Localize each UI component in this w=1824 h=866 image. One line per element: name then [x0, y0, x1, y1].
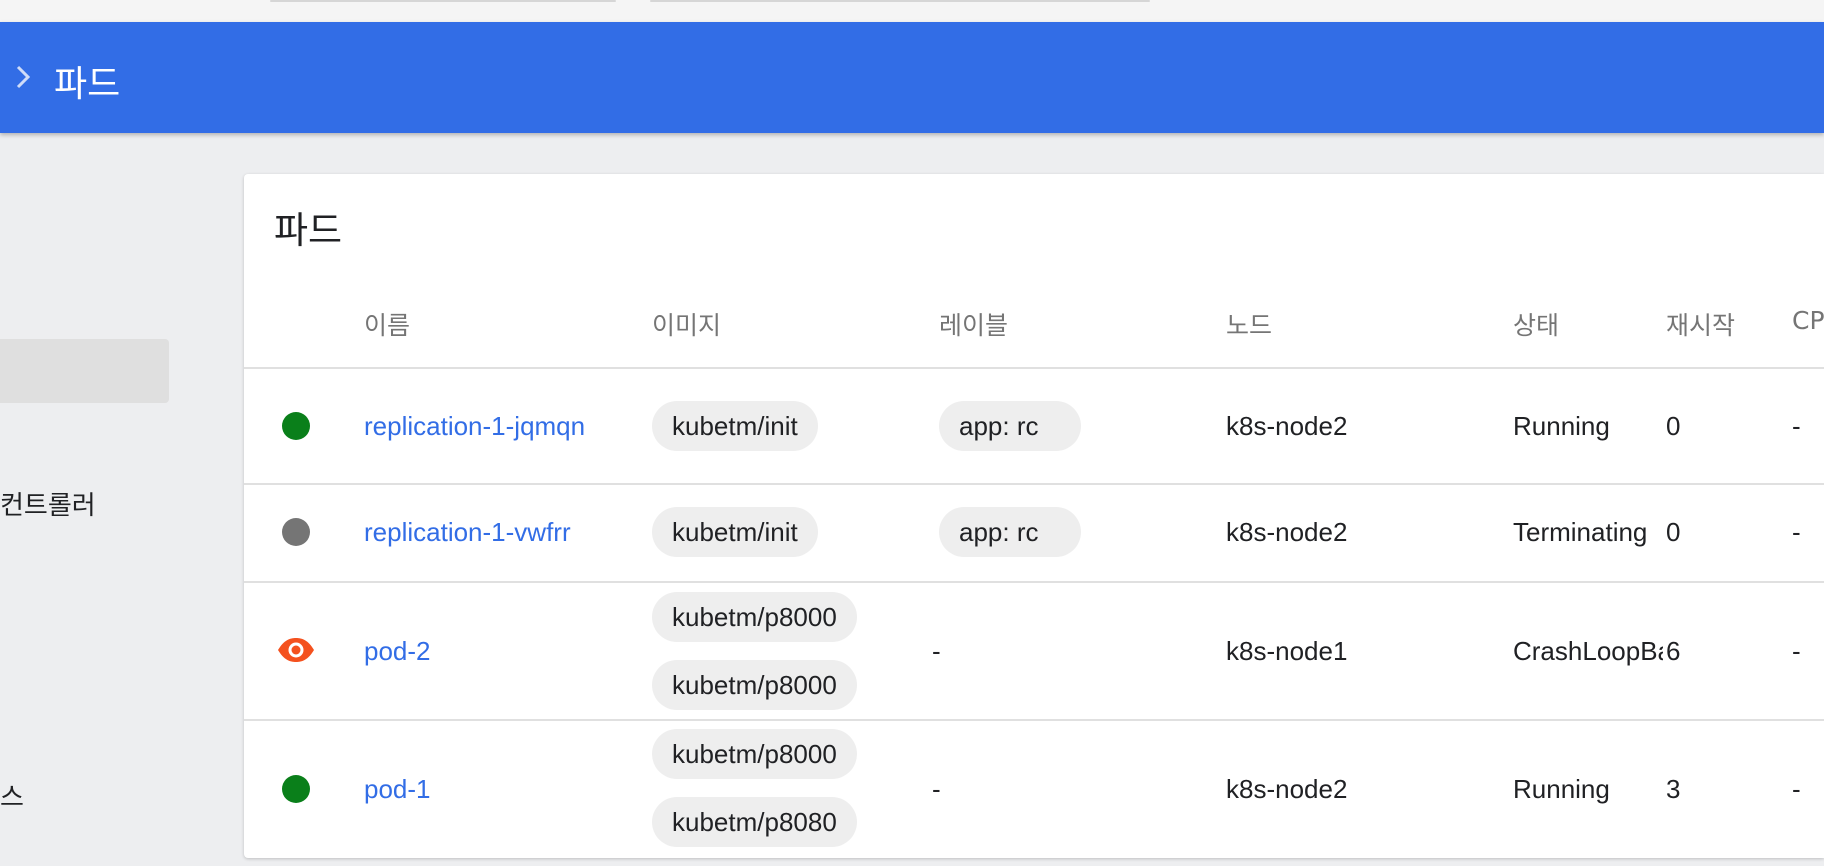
column-header-images: 이미지 — [652, 311, 722, 340]
status-cell: Running — [1513, 774, 1610, 804]
image-chip: kubetm/p8000 — [652, 592, 857, 642]
node-cell[interactable]: k8s-node2 — [1226, 517, 1347, 548]
image-chip: kubetm/init — [652, 401, 818, 451]
restarts-cell: 0 — [1666, 517, 1681, 547]
table-row: replication-1-jqmqn kubetm/init app: rc … — [244, 369, 1824, 485]
status-cell: Terminating — [1513, 517, 1648, 547]
node-cell[interactable]: k8s-node1 — [1226, 636, 1347, 667]
app-header: 파드 — [0, 22, 1824, 133]
running-status-icon — [282, 412, 310, 440]
cpu-cell: - — [1792, 636, 1801, 666]
warning-eye-icon — [277, 637, 315, 668]
sidebar: 컨트롤러 스 — [0, 133, 210, 866]
cpu-cell: - — [1792, 517, 1801, 547]
column-header-node[interactable]: 노드 — [1226, 306, 1272, 342]
breadcrumb: 파드 — [54, 64, 121, 105]
labels-cell: - — [932, 774, 941, 804]
pods-card: 파드 이름 이미지 레이블 노드 상태 재시작 CP replication-1… — [244, 174, 1824, 858]
image-chip: kubetm/p8000 — [652, 660, 857, 710]
terminating-status-icon — [282, 518, 310, 546]
restarts-cell: 0 — [1666, 411, 1681, 441]
table-header: 이름 이미지 레이블 노드 상태 재시작 CP — [244, 274, 1824, 369]
node-cell[interactable]: k8s-node2 — [1226, 774, 1347, 805]
sidebar-item-services[interactable]: 스 — [0, 777, 24, 814]
column-header-name[interactable]: 이름 — [364, 306, 410, 342]
table-row: replication-1-vwfrr kubetm/init app: rc … — [244, 485, 1824, 583]
column-header-cpu[interactable]: CP — [1792, 306, 1824, 335]
pod-name-link[interactable]: replication-1-jqmqn — [364, 411, 585, 442]
running-status-icon — [282, 775, 310, 803]
label-chip: app: rc — [939, 401, 1081, 451]
sidebar-item-selected[interactable] — [0, 339, 169, 403]
table-row: pod-2 kubetm/p8000 kubetm/p8000 - k8s-no… — [244, 583, 1824, 721]
pod-name-link[interactable]: pod-1 — [364, 774, 431, 805]
cpu-cell: - — [1792, 411, 1801, 441]
status-cell: CrashLoopBackOff — [1513, 636, 1663, 666]
node-cell[interactable]: k8s-node2 — [1226, 411, 1347, 442]
pod-name-link[interactable]: replication-1-vwfrr — [364, 517, 571, 548]
cpu-cell: - — [1792, 774, 1801, 804]
sidebar-item-controllers[interactable]: 컨트롤러 — [0, 485, 96, 522]
card-title: 파드 — [274, 209, 343, 252]
restarts-cell: 6 — [1666, 636, 1681, 666]
pod-name-link[interactable]: pod-2 — [364, 636, 431, 667]
image-chip: kubetm/p8080 — [652, 797, 857, 847]
table-row: pod-1 kubetm/p8000 kubetm/p8080 - k8s-no… — [244, 721, 1824, 858]
column-header-labels: 레이블 — [939, 311, 1009, 340]
browser-top-strip — [0, 0, 1824, 22]
column-header-restarts[interactable]: 재시작 — [1666, 306, 1735, 342]
labels-cell: - — [932, 636, 941, 666]
image-chip: kubetm/init — [652, 507, 818, 557]
chevron-right-icon[interactable] — [8, 62, 38, 92]
top-field-right — [650, 0, 1150, 2]
top-field-left — [270, 0, 616, 2]
label-chip: app: rc — [939, 507, 1081, 557]
image-chip: kubetm/p8000 — [652, 729, 857, 779]
column-header-status[interactable]: 상태 — [1513, 306, 1559, 342]
status-cell: Running — [1513, 411, 1610, 441]
restarts-cell: 3 — [1666, 774, 1681, 804]
